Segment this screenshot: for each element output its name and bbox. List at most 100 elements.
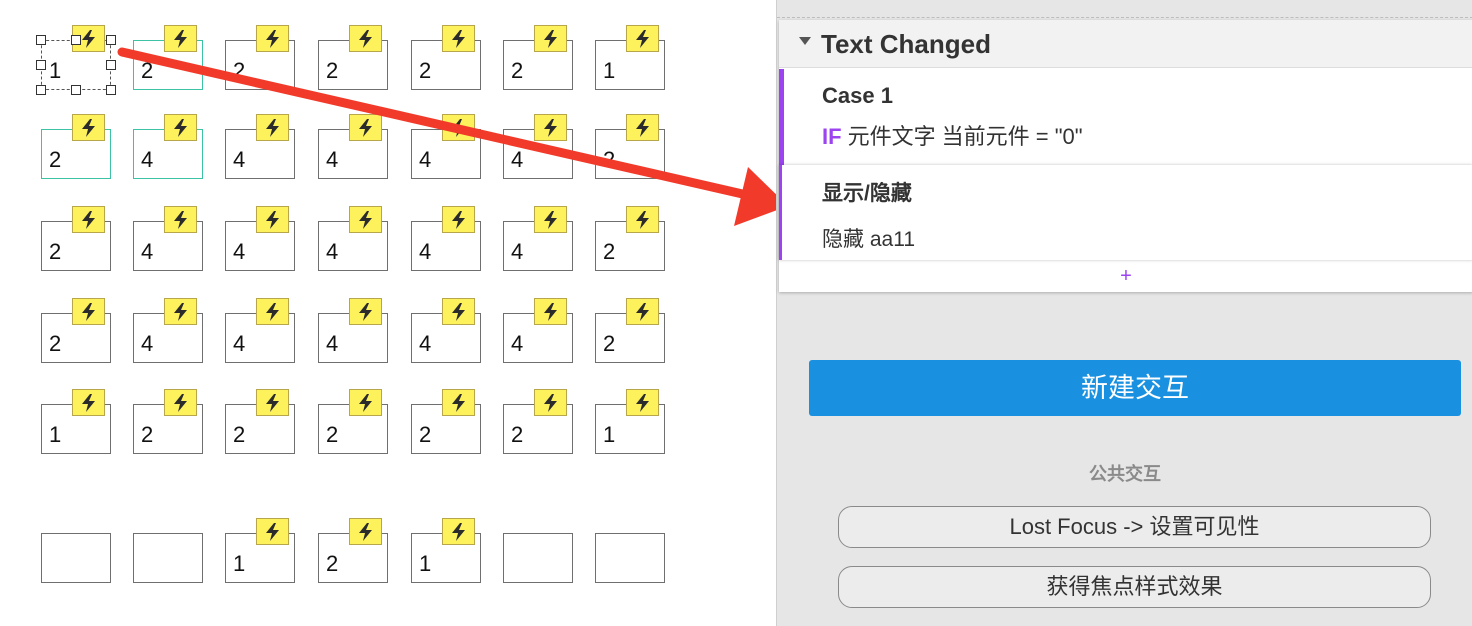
lightning-icon[interactable] <box>626 114 659 141</box>
lightning-icon[interactable] <box>442 298 475 325</box>
lightning-icon[interactable] <box>442 114 475 141</box>
lightning-icon[interactable] <box>534 389 567 416</box>
widget-value: 1 <box>603 58 616 83</box>
condition-keyword: IF <box>822 124 842 149</box>
widget-value: 2 <box>419 58 432 83</box>
lightning-icon[interactable] <box>72 114 105 141</box>
widget-value: 4 <box>141 331 154 356</box>
widget-value: 4 <box>419 331 432 356</box>
widget-value: 4 <box>141 239 154 264</box>
widget-value: 2 <box>511 58 524 83</box>
interactions-panel: Text Changed Case 1 IF 元件文字 当前元件 = "0" 显示… <box>776 0 1472 626</box>
public-interaction-focus-style[interactable]: 获得焦点样式效果 <box>838 566 1431 608</box>
widget-value: 4 <box>233 147 246 172</box>
new-interaction-button[interactable]: 新建交互 <box>809 360 1461 416</box>
lightning-icon[interactable] <box>349 114 382 141</box>
resize-handle[interactable] <box>106 35 116 45</box>
widget-value: 2 <box>141 422 154 447</box>
lightning-icon[interactable] <box>626 298 659 325</box>
widget-value: 2 <box>326 58 339 83</box>
widget-value: 2 <box>419 422 432 447</box>
widget-value: 4 <box>419 147 432 172</box>
public-interaction-lost-focus[interactable]: Lost Focus -> 设置可见性 <box>838 506 1431 548</box>
lightning-icon[interactable] <box>72 298 105 325</box>
lightning-icon[interactable] <box>72 389 105 416</box>
action-block[interactable]: 显示/隐藏 隐藏 aa11 <box>779 165 1472 260</box>
caret-down-icon[interactable] <box>799 37 811 45</box>
resize-handle[interactable] <box>71 85 81 95</box>
widget-value: 4 <box>419 239 432 264</box>
resize-handle[interactable] <box>36 60 46 70</box>
widget-value: 2 <box>326 422 339 447</box>
widget-value: 2 <box>326 551 339 576</box>
event-card: Text Changed Case 1 IF 元件文字 当前元件 = "0" 显示… <box>779 20 1472 292</box>
lightning-icon[interactable] <box>442 389 475 416</box>
lightning-icon[interactable] <box>534 206 567 233</box>
widget-value: 1 <box>49 58 62 83</box>
action-detail: 隐藏 aa11 <box>822 228 915 251</box>
lightning-icon[interactable] <box>626 206 659 233</box>
widget-value: 2 <box>603 331 616 356</box>
lightning-icon[interactable] <box>349 389 382 416</box>
lightning-icon[interactable] <box>256 389 289 416</box>
widget-value: 1 <box>233 551 246 576</box>
panel-top-strip <box>777 0 1472 18</box>
widget-value: 2 <box>49 239 62 264</box>
resize-handle[interactable] <box>36 85 46 95</box>
lightning-icon[interactable] <box>442 518 475 545</box>
widget-value: 2 <box>511 422 524 447</box>
action-title: 显示/隐藏 <box>822 182 912 205</box>
event-header[interactable]: Text Changed <box>779 20 1472 68</box>
widget-value: 2 <box>233 422 246 447</box>
lightning-icon[interactable] <box>164 389 197 416</box>
widget-value: 4 <box>141 147 154 172</box>
widget-value: 2 <box>233 58 246 83</box>
lightning-icon[interactable] <box>349 518 382 545</box>
event-title: Text Changed <box>821 29 991 59</box>
lightning-icon[interactable] <box>256 25 289 52</box>
widget-value: 4 <box>326 147 339 172</box>
lightning-icon[interactable] <box>164 25 197 52</box>
resize-handle[interactable] <box>106 60 116 70</box>
widget-value: 4 <box>511 331 524 356</box>
widget-value: 4 <box>511 147 524 172</box>
lightning-icon[interactable] <box>349 206 382 233</box>
resize-handle[interactable] <box>106 85 116 95</box>
condition-text: 元件文字 当前元件 = "0" <box>847 124 1083 149</box>
widget-value: 1 <box>603 422 616 447</box>
case-condition: IF 元件文字 当前元件 = "0" <box>822 119 1083 151</box>
lightning-icon[interactable] <box>256 114 289 141</box>
add-action-button[interactable]: + <box>779 260 1472 292</box>
widget-value: 1 <box>49 422 62 447</box>
text-widget[interactable] <box>41 533 111 583</box>
widget-value: 4 <box>233 239 246 264</box>
lightning-icon[interactable] <box>164 298 197 325</box>
widget-value: 4 <box>233 331 246 356</box>
lightning-icon[interactable] <box>164 114 197 141</box>
lightning-icon[interactable] <box>256 206 289 233</box>
case-block[interactable]: Case 1 IF 元件文字 当前元件 = "0" <box>779 69 1472 165</box>
lightning-icon[interactable] <box>534 298 567 325</box>
resize-handle[interactable] <box>71 35 81 45</box>
lightning-icon[interactable] <box>349 25 382 52</box>
lightning-icon[interactable] <box>442 206 475 233</box>
resize-handle[interactable] <box>36 35 46 45</box>
widget-value: 2 <box>603 147 616 172</box>
lightning-icon[interactable] <box>626 25 659 52</box>
lightning-icon[interactable] <box>256 518 289 545</box>
lightning-icon[interactable] <box>164 206 197 233</box>
design-canvas[interactable]: 1 2 2 2 2 2 1 2 4 4 4 4 4 2 2 4 4 4 4 4 2 2 4 4 4 4 4 2 1 2 2 2 2 2 1 1 2 1 <box>0 0 776 626</box>
text-widget[interactable] <box>503 533 573 583</box>
lightning-icon[interactable] <box>442 25 475 52</box>
lightning-icon[interactable] <box>349 298 382 325</box>
lightning-icon[interactable] <box>534 25 567 52</box>
lightning-icon[interactable] <box>256 298 289 325</box>
lightning-icon[interactable] <box>72 206 105 233</box>
widget-value: 2 <box>49 147 62 172</box>
text-widget[interactable] <box>595 533 665 583</box>
lightning-icon[interactable] <box>534 114 567 141</box>
public-interactions-heading: 公共交互 <box>1089 464 1161 484</box>
widget-value: 1 <box>419 551 432 576</box>
text-widget[interactable] <box>133 533 203 583</box>
lightning-icon[interactable] <box>626 389 659 416</box>
